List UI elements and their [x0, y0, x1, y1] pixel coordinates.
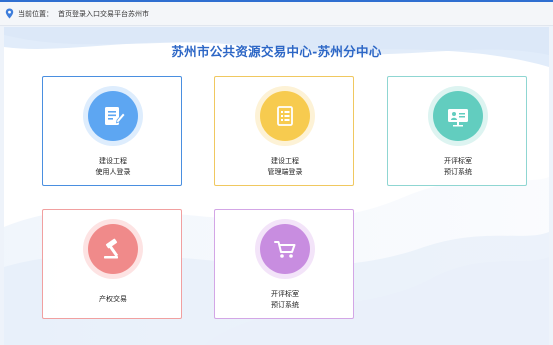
card-label: 产权交易: [43, 294, 183, 305]
card-label-line2: 预订系统: [444, 168, 472, 176]
card-label-line1: 建设工程: [271, 157, 299, 165]
document-list-icon: [277, 106, 293, 126]
card-label-line2: 管理端登录: [267, 168, 303, 176]
edit-document-icon: [105, 107, 126, 125]
card-label: 开评标室 预订系统: [215, 289, 355, 311]
card-label-line1: 产权交易: [99, 295, 127, 303]
main-panel: 苏州市公共资源交易中心-苏州分中心 建设工程 使用人登录 建设工程 管理端登录 …: [4, 27, 549, 345]
gavel-icon: [104, 238, 119, 259]
breadcrumb: 当前位置： 首页登录入口交易平台苏州市: [0, 2, 553, 26]
card-construction-user-login[interactable]: 建设工程 使用人登录: [42, 76, 182, 186]
breadcrumb-prefix: 当前位置：: [18, 9, 53, 18]
card-label-line1: 开评标室: [444, 157, 472, 165]
card-bid-room-booking-2[interactable]: 开评标室 预订系统: [214, 209, 354, 319]
card-label-line2: 使用人登录: [95, 168, 131, 176]
location-pin-icon: [5, 8, 14, 19]
card-property-rights-trading[interactable]: 产权交易: [42, 209, 182, 319]
card-label: 建设工程 管理端登录: [215, 156, 355, 178]
card-label-line2: 预订系统: [271, 301, 299, 309]
card-label-line1: 开评标室: [271, 290, 299, 298]
presentation-screen-icon: [448, 109, 468, 127]
shopping-cart-icon: [274, 241, 296, 258]
card-label-line1: 建设工程: [99, 157, 127, 165]
card-label: 开评标室 预订系统: [388, 156, 528, 178]
breadcrumb-path[interactable]: 首页登录入口交易平台苏州市: [58, 9, 149, 19]
card-label: 建设工程 使用人登录: [43, 156, 183, 178]
card-bid-room-booking[interactable]: 开评标室 预订系统: [387, 76, 527, 186]
card-construction-admin-login[interactable]: 建设工程 管理端登录: [214, 76, 354, 186]
page-title: 苏州市公共资源交易中心-苏州分中心: [171, 44, 382, 59]
